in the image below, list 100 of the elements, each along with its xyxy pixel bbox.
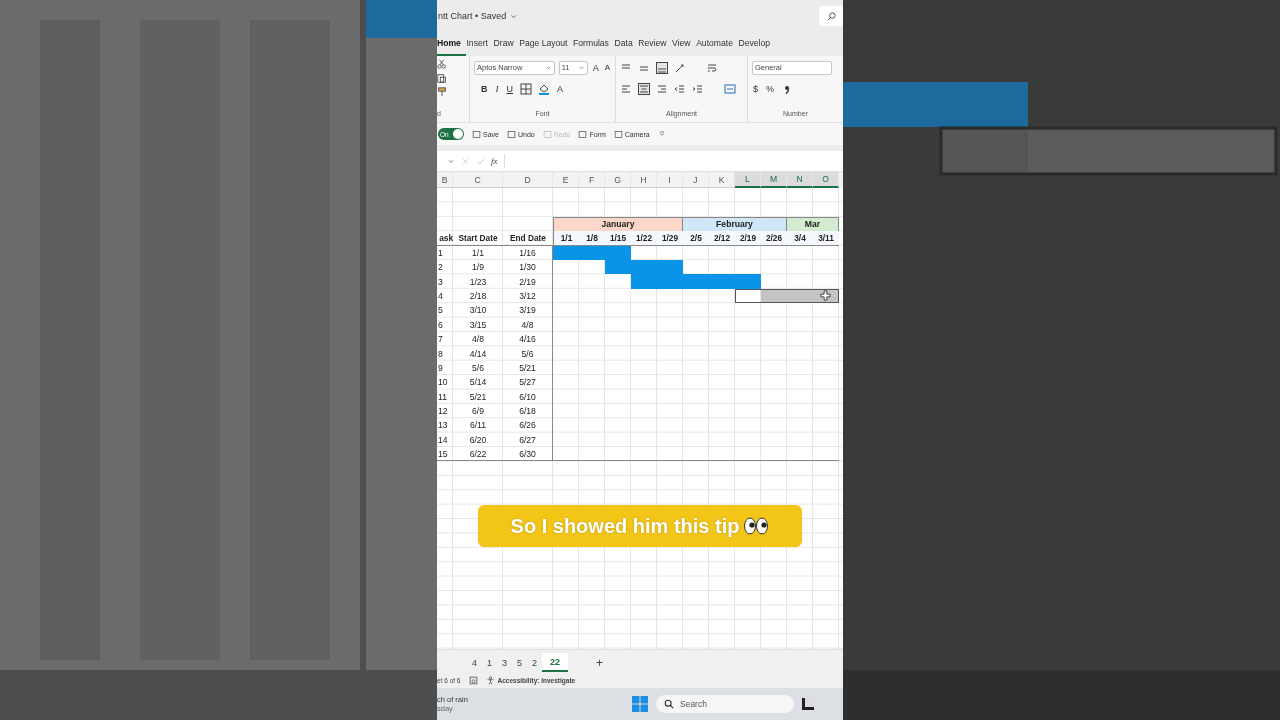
currency-button[interactable]: $ <box>752 83 759 94</box>
align-left-icon[interactable] <box>620 82 632 95</box>
font-color-button[interactable]: A <box>556 83 564 94</box>
table-cell-text: 12 <box>437 405 449 419</box>
fill-color-icon[interactable] <box>538 82 550 95</box>
ribbon-tab[interactable]: View <box>672 32 697 56</box>
table-cell: 1/30 <box>503 259 553 275</box>
borders-icon[interactable] <box>520 82 532 95</box>
search-button[interactable] <box>819 6 843 26</box>
column-header[interactable]: M <box>761 172 787 188</box>
week-heading: 1/8 <box>579 231 605 246</box>
add-sheet-button[interactable]: + <box>596 653 604 672</box>
table-cell-text: 4/8 <box>471 333 485 347</box>
accessibility-icon[interactable] <box>485 675 495 685</box>
ribbon-tab[interactable]: Insert <box>466 32 494 56</box>
table-cell-text: 4 <box>437 289 444 303</box>
week-heading: 3/11 <box>813 231 839 246</box>
column-header[interactable]: K <box>709 172 735 188</box>
paste-icon[interactable] <box>437 73 447 83</box>
scissors-icon[interactable] <box>437 59 447 69</box>
sheet-tab[interactable]: 3 <box>497 653 513 672</box>
table-cell-text: 1/1 <box>471 246 485 260</box>
table-cell: 6/27 <box>503 432 553 448</box>
table-cell-text: 10 <box>437 376 449 390</box>
table-cell-text: 8 <box>437 347 444 361</box>
underline-button[interactable]: U <box>505 83 514 94</box>
sheet-tab[interactable]: 2 <box>527 653 543 672</box>
wrap-text-icon[interactable] <box>706 61 718 74</box>
table-cell-text: 2 <box>437 261 444 275</box>
column-heading: ask <box>437 231 453 246</box>
ribbon-tab[interactable]: Page Layout <box>519 32 574 56</box>
align-bottom-icon[interactable] <box>656 61 668 74</box>
taskview-icon[interactable] <box>802 698 814 710</box>
ribbon-tab[interactable]: Draw <box>493 32 520 56</box>
column-header[interactable]: C <box>453 172 503 188</box>
table-cell-text: 5/21 <box>468 390 488 404</box>
ribbon-tab[interactable]: Automate <box>696 32 739 56</box>
search-icon <box>664 699 674 709</box>
shrink-font-button[interactable]: A <box>603 63 611 72</box>
column-heading: Start Date <box>453 231 503 246</box>
caption-text: So I showed him this tip <box>510 514 740 538</box>
align-right-icon[interactable] <box>656 82 668 95</box>
table-cell-text: 13 <box>437 419 449 433</box>
column-header[interactable]: E <box>553 172 579 188</box>
grow-font-button[interactable]: A <box>591 62 600 73</box>
column-header[interactable]: H <box>631 172 657 188</box>
percent-button[interactable]: % <box>765 83 776 94</box>
table-cell-text: 2/18 <box>468 289 488 303</box>
table-cell-text: 5 <box>437 304 444 318</box>
caret-icon[interactable] <box>447 157 455 165</box>
increase-indent-icon[interactable] <box>692 82 704 95</box>
ribbon-tab[interactable]: Formulas <box>573 32 615 56</box>
table-cell: 5/6 <box>503 346 553 361</box>
macro-icon[interactable] <box>468 675 478 685</box>
table-cell-text: 9 <box>437 361 444 375</box>
table-cell-text: 3/15 <box>468 318 488 332</box>
table-cell-text: 3/10 <box>468 304 488 318</box>
table-cell: 4/16 <box>503 331 553 347</box>
decrease-indent-icon[interactable] <box>674 82 686 95</box>
customize-caret-icon[interactable] <box>657 130 666 138</box>
table-cell: 4/8 <box>503 317 553 332</box>
orientation-icon[interactable] <box>674 61 686 74</box>
toolbar-icon <box>506 129 516 139</box>
toolbar-icon <box>542 129 552 139</box>
column-header[interactable]: D <box>503 172 553 188</box>
toolbar-icon <box>472 129 481 139</box>
table-cell-text: 5/14 <box>468 376 488 390</box>
table-cell: 5/21 <box>503 360 553 376</box>
column-header[interactable]: J <box>683 172 709 188</box>
bold-button[interactable]: B <box>480 83 489 94</box>
sheet-tab[interactable]: 4 <box>467 653 482 672</box>
italic-button[interactable]: I <box>494 83 500 94</box>
ribbon-tab[interactable]: Review <box>638 32 673 56</box>
sheet-tab[interactable]: 22 <box>542 653 569 672</box>
taskbar-search-field[interactable]: Search <box>656 695 794 713</box>
eyes-icon <box>743 517 770 535</box>
sheet-tab[interactable]: 5 <box>512 653 528 672</box>
format-painter-icon[interactable] <box>437 87 447 97</box>
column-header[interactable]: G <box>605 172 631 188</box>
align-center-icon[interactable] <box>638 82 650 95</box>
column-header[interactable]: O <box>813 172 839 188</box>
week-heading: 2/19 <box>735 231 761 246</box>
sheet-tab[interactable]: 1 <box>482 653 498 672</box>
windows-start-icon[interactable] <box>632 696 648 712</box>
merge-cells-icon[interactable] <box>724 82 736 95</box>
ribbon-tab[interactable]: Develop <box>738 32 776 56</box>
check-icon[interactable] <box>476 156 485 166</box>
table-cell-text: 6/11 <box>468 419 488 433</box>
table-cell-text: 1/23 <box>468 275 488 289</box>
insert-function-button[interactable]: fx <box>491 156 498 166</box>
week-heading: 2/12 <box>709 231 735 246</box>
table-cell-text: 14 <box>437 433 449 447</box>
table-cell: 6/18 <box>503 403 553 419</box>
column-header[interactable]: F <box>579 172 605 188</box>
column-header[interactable]: N <box>787 172 813 188</box>
week-heading: 1/15 <box>605 231 631 246</box>
column-header[interactable]: I <box>657 172 683 188</box>
column-header[interactable]: L <box>735 172 761 188</box>
column-header[interactable]: B <box>437 172 453 188</box>
ribbon-tab[interactable]: Data <box>614 32 639 56</box>
